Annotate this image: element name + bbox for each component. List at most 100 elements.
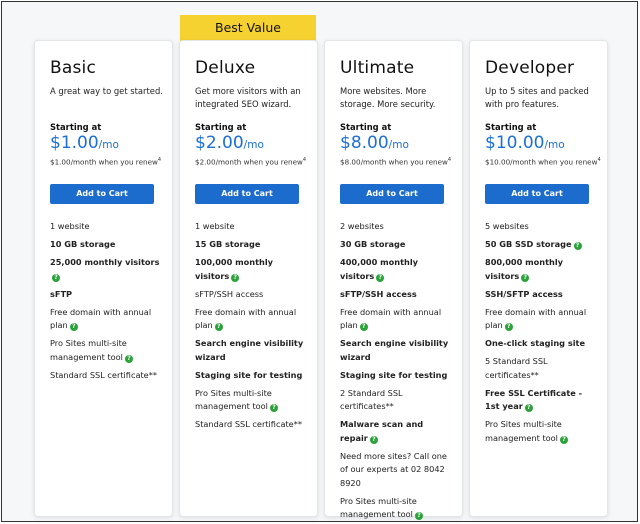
plan-card-basic: Basic A great way to get started. Starting…	[34, 40, 173, 517]
renewal-note: $2.00/month when you renew4	[195, 155, 317, 177]
help-icon[interactable]: ?	[231, 273, 240, 282]
help-icon[interactable]: ?	[359, 323, 368, 331]
feature-text: Malware scan and repair	[340, 419, 424, 443]
help-icon[interactable]: ?	[559, 435, 568, 444]
feature-text: 1 website	[50, 221, 90, 231]
feature-item: Free domain with annual plan?	[195, 306, 317, 333]
feature-text: sFTP/SSH access	[195, 288, 264, 299]
plan-name: Deluxe	[195, 58, 256, 78]
feature-item: 10 GB storage	[50, 238, 172, 252]
plan-price: $10.00/mo	[485, 133, 607, 153]
feature-item: 100,000 monthly visitors?	[195, 256, 317, 283]
feature-item: 5 Standard SSL certificates**	[485, 355, 607, 382]
plan-card-developer: Developer Up to 5 sites and packed with p…	[469, 40, 608, 517]
feature-item: 2 websites	[340, 220, 462, 234]
feature-item: Search engine visibility wizard	[340, 337, 462, 364]
help-icon[interactable]: ?	[52, 273, 60, 282]
feature-text: SSH/SFTP access	[485, 288, 563, 299]
feature-item: Staging site for testing	[195, 369, 317, 383]
feature-text: Pro Sites multi-site management tool	[340, 495, 417, 520]
starting-at-label: Starting at	[340, 122, 392, 132]
feature-list: 1 website 15 GB storage 100,000 monthly vi…	[195, 220, 317, 432]
feature-item: 2 Standard SSL certificates**	[340, 387, 462, 414]
feature-text: Search engine visibility wizard	[340, 338, 449, 362]
help-icon[interactable]: ?	[414, 512, 423, 520]
plan-price: $8.00/mo	[340, 133, 462, 153]
feature-text: Free domain with annual plan	[50, 306, 152, 331]
feature-text: 25,000 monthly visitors	[50, 257, 160, 267]
help-icon[interactable]: ?	[376, 273, 385, 282]
plan-name: Ultimate	[340, 58, 415, 78]
feature-item: 50 GB SSD storage?	[485, 238, 607, 252]
plan-name: Basic	[50, 58, 97, 78]
feature-text: Need more sites? Call one of our experts…	[340, 450, 447, 488]
feature-item: Standard SSL certificate**	[195, 418, 317, 432]
feature-text: 5 Standard SSL certificates**	[485, 356, 548, 380]
help-icon[interactable]: ?	[504, 323, 513, 331]
feature-item: 30 GB storage	[340, 238, 462, 252]
plan-price: $2.00/mo	[195, 133, 317, 153]
price-amount: $8.00	[340, 133, 389, 153]
feature-text: sFTP/SSH access	[340, 288, 417, 299]
feature-text: Staging site for testing	[340, 369, 448, 380]
feature-text: Staging site for testing	[195, 369, 303, 380]
price-period: /mo	[98, 139, 119, 151]
help-icon[interactable]: ?	[521, 273, 530, 282]
feature-item: Free domain with annual plan?	[485, 306, 607, 333]
add-to-cart-button[interactable]: Add to Cart	[340, 184, 444, 204]
add-to-cart-button[interactable]: Add to Cart	[195, 184, 299, 204]
help-icon[interactable]: ?	[69, 323, 78, 331]
feature-item: sFTP	[50, 288, 172, 302]
best-value-badge: Best Value	[180, 15, 316, 46]
feature-text: Standard SSL certificate**	[50, 369, 157, 380]
plan-price: $1.00/mo	[50, 133, 172, 153]
feature-list: 2 websites 30 GB storage 400,000 monthly v…	[340, 220, 462, 522]
add-to-cart-button[interactable]: Add to Cart	[50, 184, 154, 204]
feature-item: SSH/SFTP access	[485, 288, 607, 302]
help-icon[interactable]: ?	[269, 404, 278, 412]
add-to-cart-button[interactable]: Add to Cart	[485, 184, 589, 204]
feature-text: 10 GB storage	[50, 239, 116, 249]
feature-item: Pro Sites multi-site management tool?	[485, 418, 607, 445]
help-icon[interactable]: ?	[573, 242, 582, 250]
starting-at-label: Starting at	[195, 122, 247, 132]
feature-item: Free SSL Certificate - 1st year?	[485, 387, 607, 414]
feature-text: 2 websites	[340, 221, 384, 231]
price-period: /mo	[388, 139, 409, 151]
feature-text: Pro Sites multi-site management tool	[50, 338, 127, 362]
renewal-footnote: 4	[302, 157, 307, 163]
renewal-note: $1.00/month when you renew4	[50, 155, 172, 177]
renewal-text: $2.00/month when you renew	[195, 157, 303, 167]
renewal-text: $8.00/month when you renew	[340, 157, 448, 167]
renewal-footnote: 4	[597, 157, 601, 163]
feature-text: Free domain with annual plan	[340, 306, 442, 331]
feature-item: 800,000 monthly visitors?	[485, 256, 607, 283]
help-icon[interactable]: ?	[524, 404, 533, 412]
feature-item: sFTP/SSH access	[340, 288, 462, 302]
feature-text: Free domain with annual plan	[485, 306, 587, 331]
help-icon[interactable]: ?	[214, 323, 223, 331]
feature-text: 30 GB storage	[340, 239, 406, 249]
plan-card-ultimate: Ultimate More websites. More storage. Mor…	[324, 40, 463, 520]
feature-item: 15 GB storage	[195, 238, 317, 252]
feature-item: sFTP/SSH access	[195, 288, 317, 302]
help-icon[interactable]: ?	[369, 435, 378, 444]
renewal-footnote: 4	[157, 157, 162, 163]
feature-item: Malware scan and repair?	[340, 418, 462, 445]
feature-item: Pro Sites multi-site management tool?	[340, 495, 462, 522]
help-icon[interactable]: ?	[124, 354, 133, 363]
renewal-text: $1.00/month when you renew	[50, 157, 158, 167]
feature-item: 5 websites	[485, 220, 607, 234]
feature-text: Free domain with annual plan	[195, 306, 297, 331]
price-period: /mo	[243, 139, 264, 151]
feature-item: 25,000 monthly visitors?	[50, 256, 172, 283]
feature-text: Pro Sites multi-site management tool	[195, 387, 272, 412]
feature-text: 1 website	[195, 221, 235, 231]
price-period: /mo	[544, 139, 565, 151]
feature-text: Search engine visibility wizard	[195, 338, 304, 362]
feature-text: 5 websites	[485, 221, 529, 231]
price-amount: $1.00	[50, 133, 99, 153]
feature-text: Pro Sites multi-site management tool	[485, 419, 562, 443]
plan-description: More websites. More storage. More securi…	[340, 86, 436, 109]
feature-text: sFTP	[50, 288, 73, 299]
